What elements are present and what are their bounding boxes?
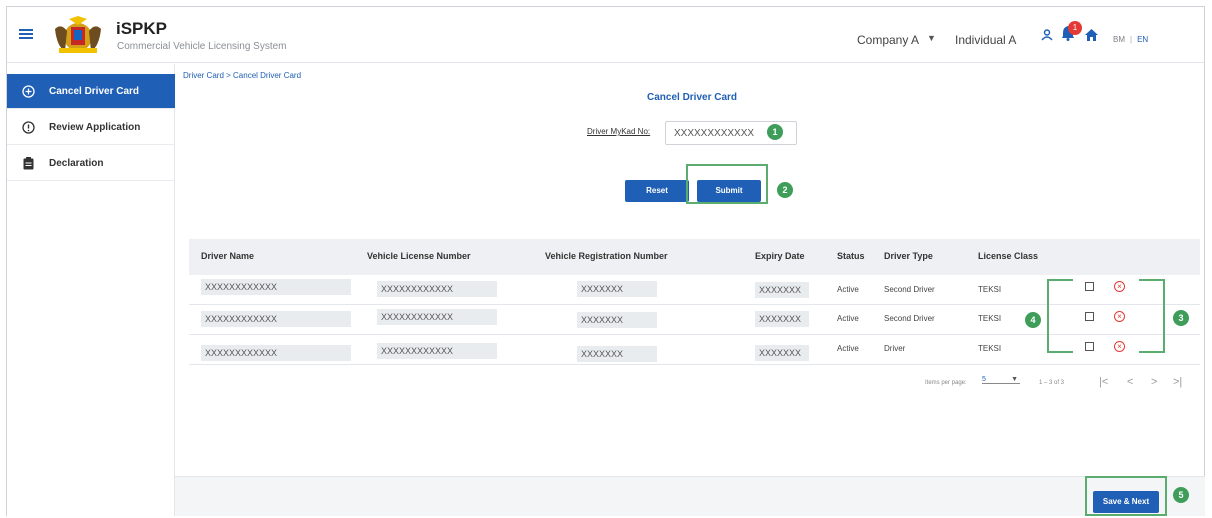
- delete-icon[interactable]: ×: [1114, 281, 1125, 292]
- cell-expiry-date: XXXXXXX: [755, 282, 809, 298]
- step-marker-4: 4: [1025, 312, 1041, 328]
- sidebar: Cancel Driver Card Review Application De…: [7, 64, 175, 516]
- row-checkbox[interactable]: [1085, 342, 1094, 351]
- cell-status: Active: [837, 285, 859, 294]
- reset-button[interactable]: Reset: [625, 180, 689, 202]
- home-icon[interactable]: [1085, 29, 1098, 41]
- highlight-bracket-left: [1047, 279, 1073, 353]
- notification-badge: 1: [1068, 21, 1082, 35]
- highlight-box-submit: [686, 164, 768, 204]
- highlight-box-save: [1085, 476, 1167, 516]
- row-checkbox[interactable]: [1085, 312, 1094, 321]
- cell-driver-type: Driver: [884, 344, 906, 353]
- company-selector[interactable]: Company A: [857, 33, 919, 47]
- row-checkbox[interactable]: [1085, 282, 1094, 291]
- cell-driver-type: Second Driver: [884, 314, 935, 323]
- highlight-bracket-right: [1139, 279, 1165, 353]
- app-window: iSPKP Commercial Vehicle Licensing Syste…: [6, 6, 1205, 516]
- lang-bm[interactable]: BM: [1113, 35, 1125, 44]
- cell-vehicle-registration: XXXXXXX: [577, 312, 657, 328]
- cell-expiry-date: XXXXXXX: [755, 345, 809, 361]
- lang-en[interactable]: EN: [1137, 35, 1148, 44]
- coat-of-arms-logo: [55, 16, 101, 53]
- cell-license-class: TEKSI: [978, 314, 1002, 323]
- top-header: iSPKP Commercial Vehicle Licensing Syste…: [7, 7, 1204, 63]
- page-title: Cancel Driver Card: [647, 92, 738, 103]
- caret-down-icon: ▼: [1011, 376, 1018, 383]
- cell-expiry-date: XXXXXXX: [755, 311, 809, 327]
- cell-driver-name: XXXXXXXXXXXX: [201, 279, 351, 295]
- cell-status: Active: [837, 314, 859, 323]
- items-per-page-label: Items per page:: [925, 380, 967, 386]
- next-page-icon[interactable]: >: [1151, 376, 1157, 388]
- step-marker-5: 5: [1173, 487, 1189, 503]
- column-header-status: Status: [837, 251, 865, 261]
- lang-separator: |: [1130, 35, 1133, 44]
- delete-icon[interactable]: ×: [1114, 311, 1125, 322]
- user-icon[interactable]: [1041, 29, 1053, 41]
- column-header-vehicle-registration: Vehicle Registration Number: [545, 251, 668, 261]
- sidebar-item-label: Cancel Driver Card: [49, 85, 140, 97]
- sidebar-item-declaration[interactable]: Declaration: [7, 146, 175, 181]
- pagination-range: 1 – 3 of 3: [1039, 380, 1065, 386]
- mykad-label: Driver MyKad No:: [587, 127, 651, 136]
- cell-license-class: TEKSI: [978, 285, 1002, 294]
- cell-driver-type: Second Driver: [884, 285, 935, 294]
- step-marker-2: 2: [777, 182, 793, 198]
- app-name: iSPKP: [116, 19, 168, 38]
- step-marker-3: 3: [1173, 310, 1189, 326]
- sidebar-item-label: Declaration: [49, 157, 104, 169]
- table-header-row: [189, 239, 1200, 275]
- hamburger-menu-icon[interactable]: [19, 29, 33, 39]
- app-subtitle: Commercial Vehicle Licensing System: [117, 41, 287, 52]
- cell-vehicle-registration: XXXXXXX: [577, 281, 657, 297]
- cell-status: Active: [837, 344, 859, 353]
- caret-down-icon[interactable]: ▼: [927, 33, 936, 43]
- column-header-license-class: License Class: [978, 251, 1039, 261]
- delete-icon[interactable]: ×: [1114, 341, 1125, 352]
- sidebar-item-cancel-driver-card[interactable]: Cancel Driver Card: [7, 74, 175, 109]
- cell-driver-name: XXXXXXXXXXXX: [201, 311, 351, 327]
- cell-driver-name: XXXXXXXXXXXX: [201, 345, 351, 361]
- breadcrumb[interactable]: Driver Card > Cancel Driver Card: [183, 71, 301, 80]
- prev-page-icon[interactable]: <: [1127, 376, 1133, 388]
- last-page-icon[interactable]: >|: [1173, 376, 1182, 388]
- cell-vehicle-license: XXXXXXXXXXXX: [377, 281, 497, 297]
- first-page-icon[interactable]: |<: [1099, 376, 1108, 388]
- language-switcher: BM | EN: [1113, 35, 1148, 44]
- column-header-expiry-date: Expiry Date: [755, 251, 805, 261]
- footer-bar: [175, 476, 1205, 516]
- sidebar-item-review-application[interactable]: Review Application: [7, 110, 175, 145]
- column-header-driver-type: Driver Type: [884, 251, 933, 261]
- plus-circle-icon: [21, 84, 35, 98]
- column-header-vehicle-license: Vehicle License Number: [367, 251, 471, 261]
- clipboard-icon: [21, 156, 35, 170]
- cell-license-class: TEKSI: [978, 344, 1002, 353]
- sidebar-item-label: Review Application: [49, 121, 141, 133]
- items-per-page-select[interactable]: 5 ▼: [982, 376, 1020, 384]
- items-per-page-value: 5: [982, 376, 986, 383]
- column-header-driver-name: Driver Name: [201, 251, 255, 261]
- info-circle-icon: [21, 120, 35, 134]
- individual-selector[interactable]: Individual A: [955, 33, 1016, 47]
- cell-vehicle-license: XXXXXXXXXXXX: [377, 343, 497, 359]
- cell-vehicle-license: XXXXXXXXXXXX: [377, 309, 497, 325]
- cell-vehicle-registration: XXXXXXX: [577, 346, 657, 362]
- step-marker-1: 1: [767, 124, 783, 140]
